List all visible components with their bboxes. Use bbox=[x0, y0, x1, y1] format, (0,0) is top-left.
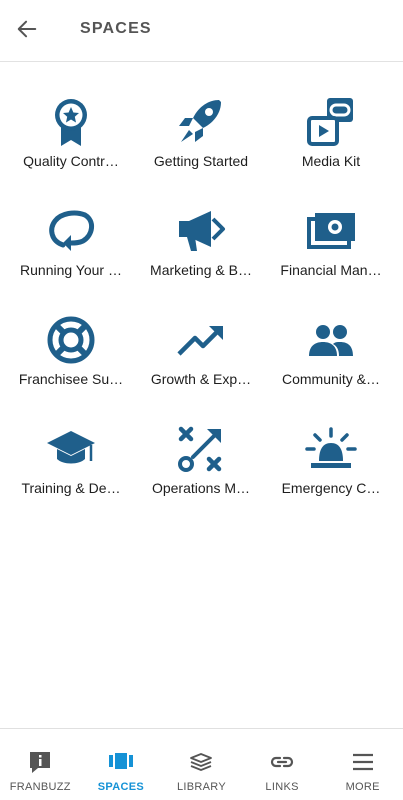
space-tile-training-development[interactable]: Training & De… bbox=[6, 389, 136, 496]
space-label: Operations M… bbox=[151, 480, 251, 496]
nav-label: SPACES bbox=[97, 781, 144, 793]
page-title: SPACES bbox=[80, 20, 152, 37]
space-tile-quality-control[interactable]: Quality Contr… bbox=[6, 62, 136, 169]
trending-up-icon bbox=[175, 314, 227, 366]
space-tile-franchisee-support[interactable]: Franchisee Su… bbox=[6, 280, 136, 387]
space-label: Community &… bbox=[281, 371, 381, 387]
spaces-icon bbox=[108, 749, 134, 775]
megaphone-icon bbox=[175, 205, 227, 257]
space-label: Media Kit bbox=[301, 153, 361, 169]
space-tile-marketing[interactable]: Marketing & B… bbox=[136, 171, 266, 278]
space-label: Getting Started bbox=[153, 153, 249, 169]
link-icon bbox=[269, 749, 295, 775]
nav-item-more[interactable]: MORE bbox=[322, 729, 403, 800]
nav-item-spaces[interactable]: SPACES bbox=[81, 729, 162, 800]
lifebuoy-icon bbox=[45, 314, 97, 366]
back-button[interactable] bbox=[12, 14, 42, 44]
nav-item-franbuzz[interactable]: FRANBUZZ bbox=[0, 729, 81, 800]
space-label: Running Your … bbox=[20, 262, 122, 278]
graduation-cap-icon bbox=[45, 423, 97, 475]
money-icon bbox=[305, 205, 357, 257]
space-tile-emergency[interactable]: Emergency C… bbox=[266, 389, 396, 496]
menu-icon bbox=[350, 749, 376, 775]
space-label: Growth & Exp… bbox=[150, 371, 252, 387]
nav-label: LIBRARY bbox=[176, 781, 226, 793]
space-label: Emergency C… bbox=[281, 480, 381, 496]
space-tile-getting-started[interactable]: Getting Started bbox=[136, 62, 266, 169]
rocket-icon bbox=[175, 96, 227, 148]
people-icon bbox=[305, 314, 357, 366]
arrow-left-icon bbox=[17, 20, 37, 38]
award-ribbon-icon bbox=[45, 96, 97, 148]
nav-label: LINKS bbox=[265, 781, 299, 793]
info-chat-icon bbox=[27, 749, 53, 775]
space-label: Training & De… bbox=[21, 480, 121, 496]
nav-label: MORE bbox=[345, 781, 380, 793]
nav-item-links[interactable]: LINKS bbox=[242, 729, 323, 800]
space-tile-community[interactable]: Community &… bbox=[266, 280, 396, 387]
space-label: Marketing & B… bbox=[150, 262, 252, 278]
nav-label: FRANBUZZ bbox=[9, 781, 71, 793]
nav-item-library[interactable]: LIBRARY bbox=[161, 729, 242, 800]
space-tile-operations[interactable]: Operations M… bbox=[136, 389, 266, 496]
space-label: Financial Man… bbox=[280, 262, 382, 278]
media-link-icon bbox=[305, 96, 357, 148]
app-header: SPACES bbox=[0, 0, 403, 62]
space-tile-growth-expansion[interactable]: Growth & Exp… bbox=[136, 280, 266, 387]
space-tile-financial-management[interactable]: Financial Man… bbox=[266, 171, 396, 278]
space-tile-media-kit[interactable]: Media Kit bbox=[266, 62, 396, 169]
space-tile-running-your-business[interactable]: Running Your … bbox=[6, 171, 136, 278]
circular-arrow-icon bbox=[45, 205, 97, 257]
space-label: Franchisee Su… bbox=[18, 371, 124, 387]
stack-icon bbox=[188, 749, 214, 775]
space-label: Quality Contr… bbox=[23, 153, 119, 169]
siren-icon bbox=[305, 423, 357, 475]
strategy-play-icon bbox=[175, 423, 227, 475]
bottom-navigation: FRANBUZZ SPACES LIBRARY LINKS MORE bbox=[0, 728, 403, 800]
